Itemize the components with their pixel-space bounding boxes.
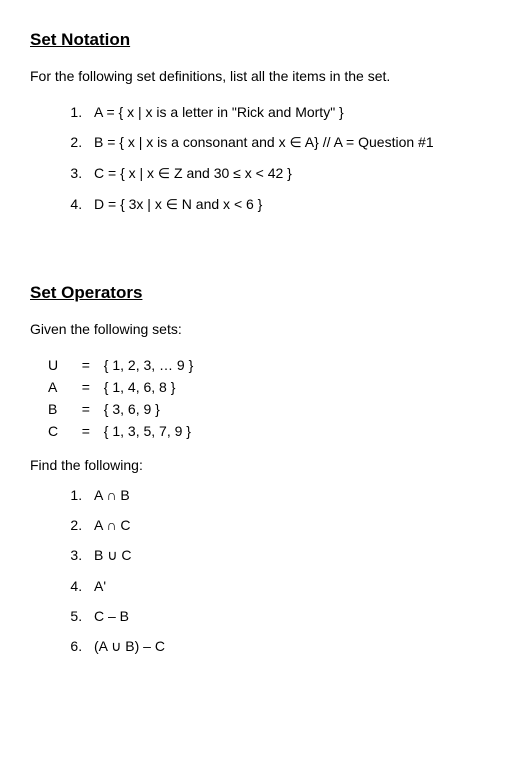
set-value: { 1, 3, 5, 7, 9 } (104, 423, 191, 439)
given-set-row: A = { 1, 4, 6, 8 } (30, 379, 475, 395)
equals-sign: = (72, 379, 100, 395)
set-notation-item: C = { x | x ∈ Z and 30 ≤ x < 42 } (86, 165, 475, 182)
operator-item: C – B (86, 608, 475, 624)
set-value: { 1, 4, 6, 8 } (104, 379, 176, 395)
set-notation-list: A = { x | x is a letter in "Rick and Mor… (30, 104, 475, 213)
given-set-row: C = { 1, 3, 5, 7, 9 } (30, 423, 475, 439)
set-value: { 3, 6, 9 } (104, 401, 160, 417)
intro-set-notation: For the following set definitions, list … (30, 68, 475, 84)
set-notation-item: D = { 3x | x ∈ N and x < 6 } (86, 196, 475, 213)
set-value: { 1, 2, 3, … 9 } (104, 357, 194, 373)
find-label: Find the following: (30, 457, 475, 473)
given-sets-block: U = { 1, 2, 3, … 9 } A = { 1, 4, 6, 8 } … (30, 357, 475, 439)
operator-item: B ∪ C (86, 547, 475, 564)
equals-sign: = (72, 357, 100, 373)
intro-set-operators: Given the following sets: (30, 321, 475, 337)
operators-list: A ∩ B A ∩ C B ∪ C A' C – B (A ∪ B) – C (30, 487, 475, 655)
operator-item: A ∩ C (86, 517, 475, 533)
set-name: A (48, 379, 68, 395)
heading-set-notation: Set Notation (30, 30, 475, 50)
set-name: B (48, 401, 68, 417)
equals-sign: = (72, 423, 100, 439)
set-notation-item: B = { x | x is a consonant and x ∈ A} //… (86, 134, 475, 151)
set-name: U (48, 357, 68, 373)
set-notation-item: A = { x | x is a letter in "Rick and Mor… (86, 104, 475, 120)
set-name: C (48, 423, 68, 439)
operator-item: (A ∪ B) – C (86, 638, 475, 655)
equals-sign: = (72, 401, 100, 417)
given-set-row: U = { 1, 2, 3, … 9 } (30, 357, 475, 373)
heading-set-operators: Set Operators (30, 283, 475, 303)
given-set-row: B = { 3, 6, 9 } (30, 401, 475, 417)
operator-item: A ∩ B (86, 487, 475, 503)
operator-item: A' (86, 578, 475, 594)
